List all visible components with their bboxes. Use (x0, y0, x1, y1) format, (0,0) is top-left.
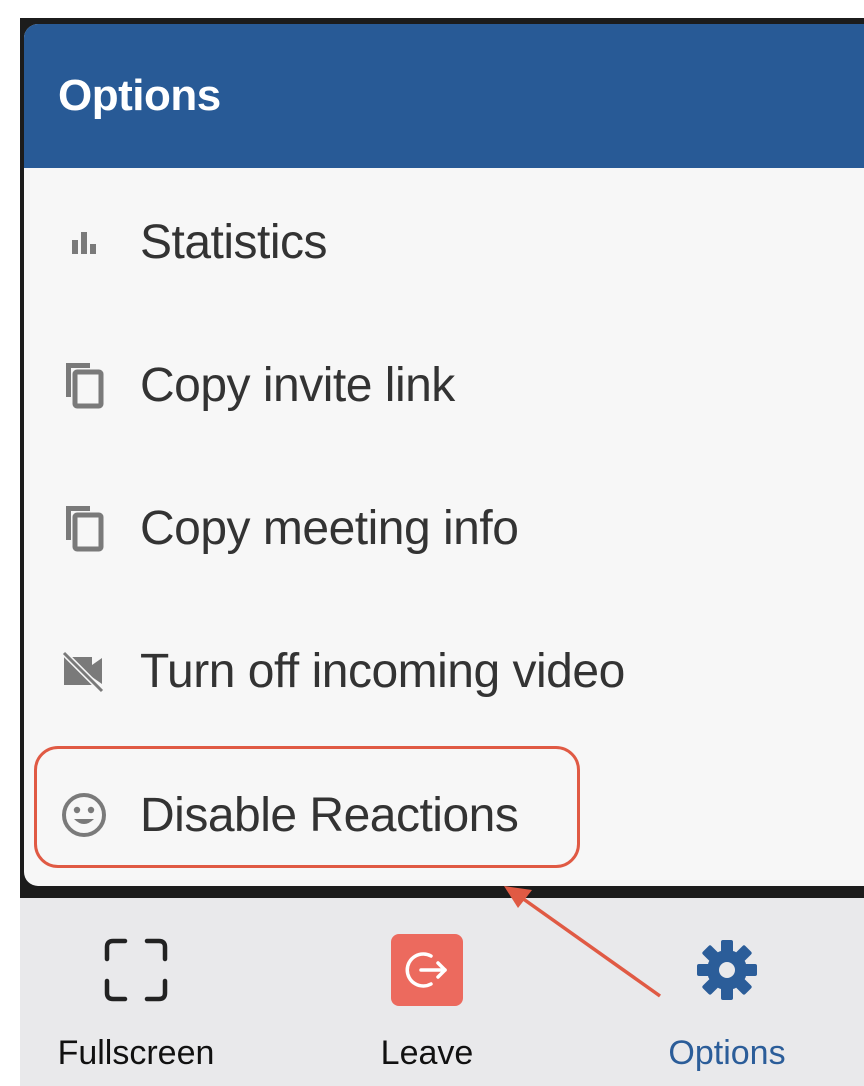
copy-icon (58, 359, 110, 411)
menu-item-label: Disable Reactions (140, 788, 519, 842)
menu-item-label: Copy invite link (140, 358, 455, 412)
bar-chart-icon (58, 216, 110, 268)
leave-button[interactable]: Leave (320, 898, 534, 1086)
menu-item-disable-reactions[interactable]: Disable Reactions (24, 765, 864, 865)
menu-item-copy-meeting-info[interactable]: Copy meeting info (24, 478, 864, 578)
options-button[interactable]: Options (618, 898, 836, 1086)
options-panel: Options Statistics Copy invite link Copy… (24, 24, 864, 886)
menu-item-turn-off-incoming-video[interactable]: Turn off incoming video (24, 621, 864, 721)
menu-item-label: Statistics (140, 215, 328, 269)
menu-item-copy-invite-link[interactable]: Copy invite link (24, 335, 864, 435)
menu-item-label: Turn off incoming video (140, 644, 625, 698)
smiley-icon (58, 789, 110, 841)
copy-icon (58, 502, 110, 554)
gear-icon (691, 934, 763, 1006)
video-off-icon (58, 645, 110, 697)
menu-item-statistics[interactable]: Statistics (24, 192, 864, 292)
options-panel-header: Options (24, 24, 864, 168)
fullscreen-label: Fullscreen (57, 1034, 215, 1072)
leave-label: Leave (380, 1034, 474, 1072)
menu-item-label: Copy meeting info (140, 501, 519, 555)
options-label: Options (668, 1034, 786, 1072)
options-panel-title: Options (58, 71, 221, 120)
leave-icon (391, 934, 463, 1006)
fullscreen-icon (100, 934, 172, 1006)
bottom-toolbar: Fullscreen Leave Options (20, 898, 864, 1086)
fullscreen-button[interactable]: Fullscreen (30, 898, 242, 1086)
